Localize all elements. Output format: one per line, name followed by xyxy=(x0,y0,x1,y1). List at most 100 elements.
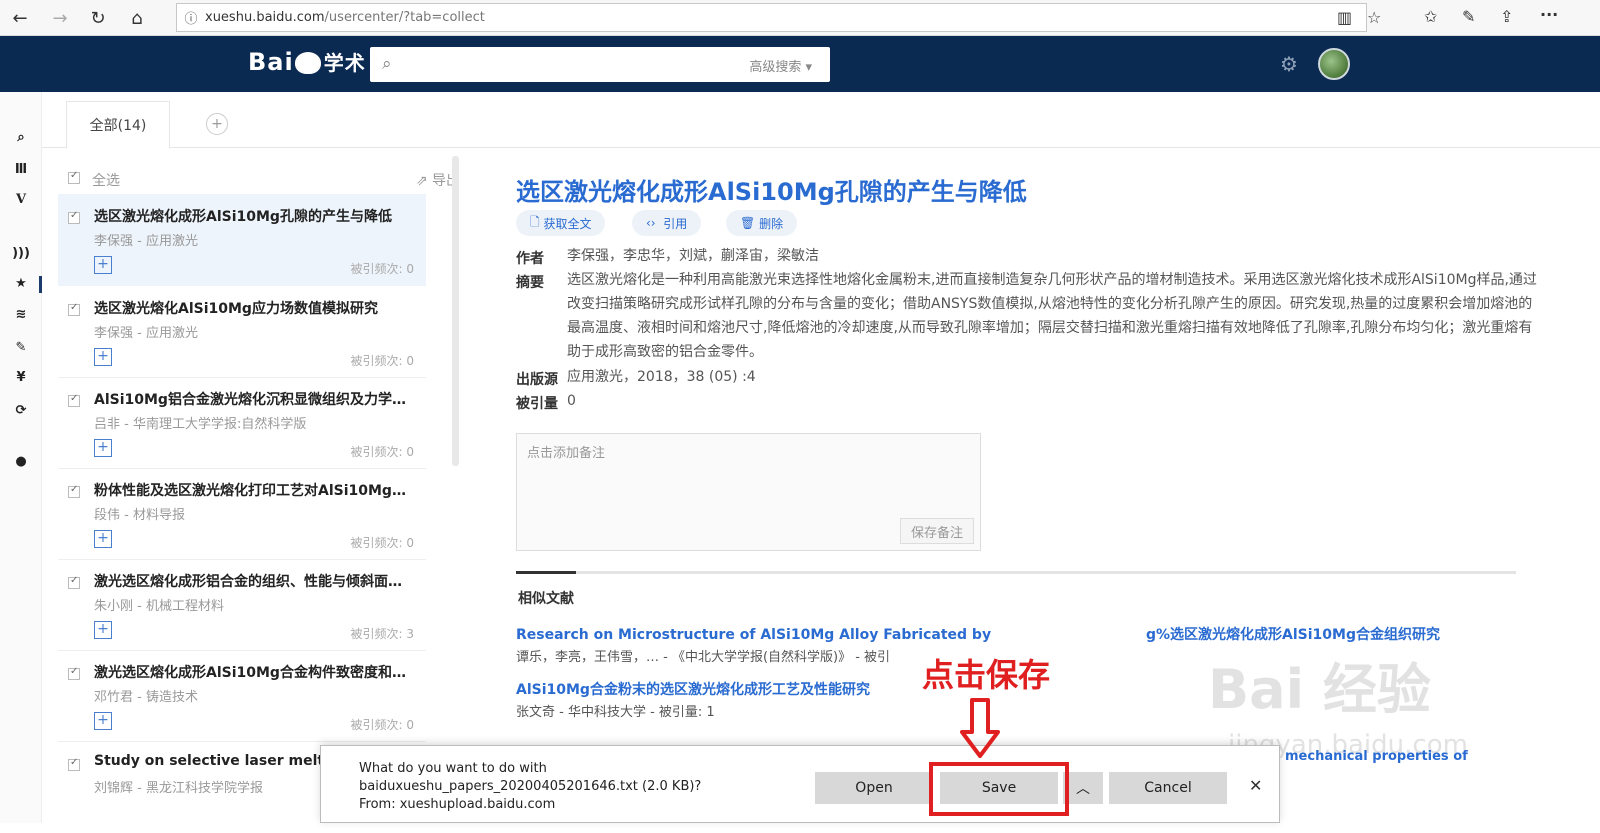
add-to-folder-button[interactable]: + xyxy=(94,530,112,548)
add-tab-button[interactable]: + xyxy=(206,113,228,135)
list-item[interactable]: 激光选区熔化成形AlSi10Mg合金构件致密度和力… 邓竹君 - 铸造技术 + … xyxy=(58,650,426,742)
item-meta: 李保强 - 应用激光 xyxy=(94,326,198,341)
v-icon[interactable]: V xyxy=(11,192,31,207)
similar-heading: 相似文献 xyxy=(518,591,574,607)
add-to-folder-button[interactable]: + xyxy=(94,439,112,457)
item-checkbox[interactable] xyxy=(68,484,80,498)
abstract-line: 最高温度、液相时间和熔池尺寸,降低熔池的冷却速度,从而导致孔隙率增加；隔层交替扫… xyxy=(567,320,1533,336)
select-all-checkbox[interactable] xyxy=(68,170,80,184)
save-options-chevron-icon[interactable]: ︿ xyxy=(1063,772,1103,804)
layers-icon[interactable]: ≋ xyxy=(11,307,31,322)
list-item[interactable]: 激光选区熔化成形铝合金的组织、性能与倾斜面成… 朱小刚 - 机械工程材料 + 被… xyxy=(58,559,426,651)
list-item[interactable]: AlSi10Mg铝合金激光熔化沉积显微组织及力学性能 吕非 - 华南理工大学学报… xyxy=(58,377,426,469)
sync-icon[interactable]: ⟳ xyxy=(11,403,31,418)
rss-icon[interactable]: ))) xyxy=(11,246,31,261)
item-title[interactable]: AlSi10Mg铝合金激光熔化沉积显微组织及力学性能 xyxy=(94,389,412,409)
add-to-folder-button[interactable]: + xyxy=(94,348,112,366)
item-title[interactable]: 粉体性能及选区激光熔化打印工艺对AlSi10Mg合… xyxy=(94,480,412,500)
open-button[interactable]: Open xyxy=(815,772,933,804)
search-box[interactable]: ⌕ 高级搜索 ▾ xyxy=(370,47,830,82)
site-header: Baidu学术 ⌕ 高级搜索 ▾ ⚙ xyxy=(0,36,1600,92)
item-title[interactable]: 选区激光熔化成形AlSi10Mg孔隙的产生与降低 xyxy=(94,206,412,226)
paper-list: 全选 ⇗ 导出 选区激光熔化成形AlSi10Mg孔隙的产生与降低 李保强 - 应… xyxy=(42,148,460,823)
item-meta: 李保强 - 应用激光 xyxy=(94,234,198,249)
delete-button[interactable]: 🗑 删除 xyxy=(726,210,798,236)
paper-title[interactable]: 选区激光熔化成形AlSi10Mg孔隙的产生与降低 xyxy=(516,172,1027,207)
library-icon[interactable]: Ⅲ xyxy=(11,162,31,177)
back-icon[interactable]: ← xyxy=(8,6,32,30)
similar-item-meta: 谭乐，李亮，王伟雪，… - 《中北大学学报(自然科学版)》 - 被引 xyxy=(516,650,891,665)
annotation-label: 点击保存 xyxy=(922,656,1051,694)
edit-icon[interactable]: ✎ xyxy=(11,340,31,355)
item-checkbox[interactable] xyxy=(68,302,80,316)
save-note-button[interactable]: 保存备注 xyxy=(900,518,974,544)
gear-icon[interactable]: ⚙ xyxy=(1280,52,1298,76)
search-icon[interactable]: ⌕ xyxy=(11,130,31,145)
list-item[interactable]: 选区激光熔化成形AlSi10Mg孔隙的产生与降低 李保强 - 应用激光 + 被引… xyxy=(58,194,426,286)
item-meta: 朱小刚 - 机械工程材料 xyxy=(94,599,224,614)
list-header: 全选 ⇗ 导出 xyxy=(68,168,466,192)
item-checkbox[interactable] xyxy=(68,210,80,224)
add-to-folder-button[interactable]: + xyxy=(94,712,112,730)
authors[interactable]: 李保强，李忠华，刘斌，蒯泽宙，梁敏洁 xyxy=(567,244,819,268)
tab-all[interactable]: 全部(14) xyxy=(66,101,170,149)
pen-notes-icon[interactable]: ✎ xyxy=(1462,7,1475,26)
user-icon[interactable]: ● xyxy=(11,454,31,469)
add-to-folder-button[interactable]: + xyxy=(94,621,112,639)
address-bar[interactable]: ⓘ xueshu.baidu.com/usercenter/?tab=colle… xyxy=(176,3,1381,32)
collection-tabs: 全部(14) + xyxy=(42,92,1600,149)
item-meta: 吕非 - 华南理工大学学报:自然科学版 xyxy=(94,417,307,432)
favorites-list-icon[interactable]: ✩ xyxy=(1424,7,1437,26)
download-prompt: What do you want to do with baiduxueshu_… xyxy=(359,761,702,812)
list-scrollbar[interactable] xyxy=(452,156,459,466)
select-all-label: 全选 xyxy=(92,173,120,189)
item-checkbox[interactable] xyxy=(68,666,80,680)
note-textarea[interactable]: 点击添加备注 保存备注 xyxy=(516,433,981,551)
annotation-highlight xyxy=(929,762,1069,816)
item-title[interactable]: 选区激光熔化AlSi10Mg应力场数值模拟研究 xyxy=(94,298,412,318)
favorite-star-icon[interactable]: ☆ xyxy=(1367,8,1381,27)
baidu-xueshu-logo[interactable]: Baidu学术 xyxy=(248,47,366,76)
share-icon[interactable]: ⇪ xyxy=(1500,7,1513,26)
download-bar: What do you want to do with baiduxueshu_… xyxy=(320,745,1280,823)
similar-item-title[interactable]: AlSi10Mg合金粉末的选区激光熔化成形工艺及性能研究 xyxy=(516,679,870,699)
cite-button[interactable]: ‹› 引用 xyxy=(632,210,702,236)
close-icon[interactable]: ✕ xyxy=(1249,776,1262,795)
refresh-icon[interactable]: ↻ xyxy=(86,6,110,30)
item-checkbox[interactable] xyxy=(68,393,80,407)
more-icon[interactable]: ··· xyxy=(1540,5,1558,24)
item-title[interactable]: 激光选区熔化成形铝合金的组织、性能与倾斜面成… xyxy=(94,571,412,591)
search-icon: ⌕ xyxy=(382,54,392,74)
item-cites: 被引频次: 0 xyxy=(350,445,415,459)
list-item[interactable]: 选区激光熔化AlSi10Mg应力场数值模拟研究 李保强 - 应用激光 + 被引频… xyxy=(58,286,426,378)
item-cites: 被引频次: 3 xyxy=(350,627,415,641)
abstract-line: 助于成形高致密的铝合金零件。 xyxy=(567,344,763,360)
similar-item-meta: 张文奇 - 华中科技大学 - 被引量: 1 xyxy=(516,705,715,720)
add-to-folder-button[interactable]: + xyxy=(94,256,112,274)
yen-icon[interactable]: ¥ xyxy=(11,370,31,385)
home-icon[interactable]: ⌂ xyxy=(125,6,149,30)
item-cites: 被引频次: 0 xyxy=(350,536,415,550)
watermark: Bai 经验 xyxy=(1208,658,1431,721)
list-item[interactable]: 粉体性能及选区激光熔化打印工艺对AlSi10Mg合… 段伟 - 材料导报 + 被… xyxy=(58,468,426,560)
item-cites: 被引频次: 0 xyxy=(350,718,415,732)
star-icon[interactable]: ★ xyxy=(11,276,31,291)
site-info-icon[interactable]: ⓘ xyxy=(177,8,205,27)
item-checkbox[interactable] xyxy=(68,575,80,589)
avatar[interactable] xyxy=(1318,48,1350,80)
reading-view-icon[interactable]: ▥ xyxy=(1337,8,1352,27)
get-fulltext-button[interactable]: 🗋 获取全文 xyxy=(516,210,606,236)
advanced-search-dropdown[interactable]: 高级搜索 ▾ xyxy=(749,56,812,75)
item-cites: 被引频次: 0 xyxy=(350,262,415,276)
item-meta: 段伟 - 材料导报 xyxy=(94,508,185,523)
browser-toolbar: ← → ↻ ⌂ ⓘ xueshu.baidu.com/usercenter/?t… xyxy=(0,0,1600,36)
similar-item-title[interactable]: Research on Microstructure of AlSi10Mg A… xyxy=(516,624,1440,644)
cancel-button[interactable]: Cancel xyxy=(1109,772,1227,804)
annotation-arrow-icon xyxy=(960,698,1000,758)
item-meta: 邓竹君 - 铸造技术 xyxy=(94,690,198,705)
forward-icon[interactable]: → xyxy=(48,6,72,30)
item-cites: 被引频次: 0 xyxy=(350,354,415,368)
item-title[interactable]: 激光选区熔化成形AlSi10Mg合金构件致密度和力… xyxy=(94,662,412,682)
item-checkbox[interactable] xyxy=(68,757,80,771)
similar-item-title[interactable]: mechanical properties of xyxy=(1285,749,1468,764)
